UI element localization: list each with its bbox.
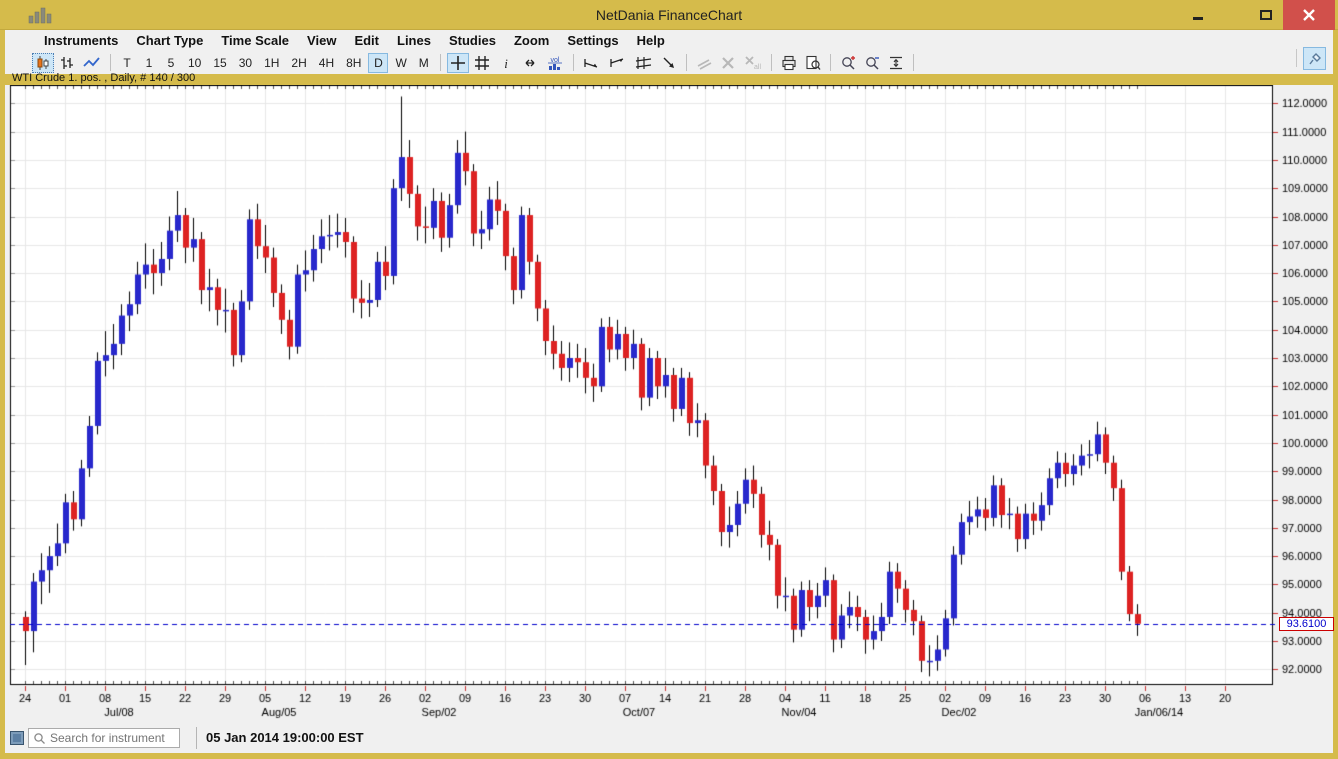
last-price-marker: 93.6100 [1279, 617, 1334, 631]
candlestick-chart-icon [35, 55, 51, 71]
close-button[interactable] [1283, 0, 1335, 30]
toolbar-separator [913, 54, 914, 71]
toolbar-separator [440, 54, 441, 71]
toolbar-separator [771, 54, 772, 71]
toolbar-separator [1296, 49, 1297, 67]
timeframe-2h-button[interactable]: 2H [286, 53, 311, 73]
channel-icon [635, 55, 653, 71]
volume-button[interactable]: vol [543, 53, 567, 73]
instrument-label: WTI Crude 1. pos. , Daily, # 140 / 300 [12, 72, 195, 84]
bar-chart-button[interactable] [56, 53, 78, 73]
timeframe-m-button[interactable]: M [414, 53, 434, 73]
timeframe-w-button[interactable]: W [390, 53, 411, 73]
pan-horizontal-button[interactable] [519, 53, 541, 73]
print-preview-icon [805, 55, 821, 71]
delete-button [717, 53, 739, 73]
print-preview-button[interactable] [802, 53, 824, 73]
pin-panel-button[interactable] [1303, 47, 1326, 70]
menu-lines[interactable]: Lines [388, 30, 440, 51]
menu-instruments[interactable]: Instruments [35, 30, 127, 51]
title-bar[interactable]: NetDania FinanceChart [0, 0, 1338, 30]
timeframe-4h-button[interactable]: 4H [314, 53, 339, 73]
timestamp: 05 Jan 2014 19:00:00 EST [206, 730, 364, 745]
parallel-lines-icon [696, 55, 712, 71]
parallel-lines-button [693, 53, 715, 73]
trendline-up-icon [609, 55, 627, 71]
toolbar-separator [830, 54, 831, 71]
grid-button[interactable] [471, 53, 493, 73]
channel-button[interactable] [632, 53, 656, 73]
candlestick-chart-button[interactable] [32, 53, 54, 73]
svg-text:i: i [504, 56, 508, 71]
crosshair-button[interactable] [447, 53, 469, 73]
ray-icon [661, 55, 677, 71]
timeframe-5-button[interactable]: 5 [161, 53, 181, 73]
trendline-down-button[interactable] [580, 53, 604, 73]
timeframe-10-button[interactable]: 10 [183, 53, 206, 73]
trendline-up-button[interactable] [606, 53, 630, 73]
zoom-in-icon [840, 55, 856, 71]
info-icon: i [498, 55, 514, 71]
info-button[interactable]: i [495, 53, 517, 73]
delete-icon [720, 55, 736, 71]
menu-studies[interactable]: Studies [440, 30, 505, 51]
zoom-out-icon [864, 55, 880, 71]
minimize-button[interactable] [1180, 0, 1216, 30]
menu-bar: InstrumentsChart TypeTime ScaleViewEditL… [5, 30, 1333, 51]
search-input[interactable] [50, 731, 174, 745]
zoom-out-button[interactable] [861, 53, 883, 73]
timeframe-8h-button[interactable]: 8H [341, 53, 366, 73]
print-icon [781, 55, 797, 71]
search-icon [33, 732, 46, 745]
status-square-icon[interactable] [10, 731, 24, 745]
fit-vertical-icon [888, 55, 904, 71]
menu-edit[interactable]: Edit [345, 30, 388, 51]
maximize-button[interactable] [1248, 0, 1284, 30]
timeframe-1-button[interactable]: 1 [139, 53, 159, 73]
print-button[interactable] [778, 53, 800, 73]
delete-all-button: all [741, 53, 765, 73]
svg-text:all: all [754, 64, 761, 71]
menu-settings[interactable]: Settings [558, 30, 627, 51]
menu-time-scale[interactable]: Time Scale [212, 30, 298, 51]
toolbar-separator [573, 54, 574, 71]
status-separator [196, 727, 197, 749]
menu-chart-type[interactable]: Chart Type [127, 30, 212, 51]
bar-chart-icon [59, 55, 75, 71]
ray-button[interactable] [658, 53, 680, 73]
timeframe-t-button[interactable]: T [117, 53, 137, 73]
menu-help[interactable]: Help [628, 30, 674, 51]
menu-view[interactable]: View [298, 30, 345, 51]
chart-canvas[interactable] [5, 85, 1333, 723]
timeframe-d-button[interactable]: D [368, 53, 388, 73]
crosshair-icon [450, 55, 466, 71]
pan-horizontal-icon [522, 55, 538, 71]
grid-icon [474, 55, 490, 71]
toolbar-separator [110, 54, 111, 71]
chart-area: 93.6100 [5, 85, 1333, 723]
fit-vertical-button[interactable] [885, 53, 907, 73]
timeframe-15-button[interactable]: 15 [208, 53, 231, 73]
search-box[interactable] [28, 728, 180, 748]
menu-zoom[interactable]: Zoom [505, 30, 558, 51]
line-chart-icon [83, 55, 101, 71]
toolbar: T151015301H2H4H8HDWMivolall [5, 51, 1333, 74]
line-chart-button[interactable] [80, 53, 104, 73]
volume-icon: vol [546, 55, 564, 71]
toolbar-separator [686, 54, 687, 71]
timeframe-30-button[interactable]: 30 [234, 53, 257, 73]
zoom-in-button[interactable] [837, 53, 859, 73]
trendline-down-icon [583, 55, 601, 71]
timeframe-1h-button[interactable]: 1H [259, 53, 284, 73]
window-title: NetDania FinanceChart [0, 0, 1338, 30]
app-window: NetDania FinanceChart InstrumentsChart T… [0, 0, 1338, 759]
delete-all-icon: all [744, 55, 762, 71]
status-bar: 05 Jan 2014 19:00:00 EST [5, 723, 1333, 753]
